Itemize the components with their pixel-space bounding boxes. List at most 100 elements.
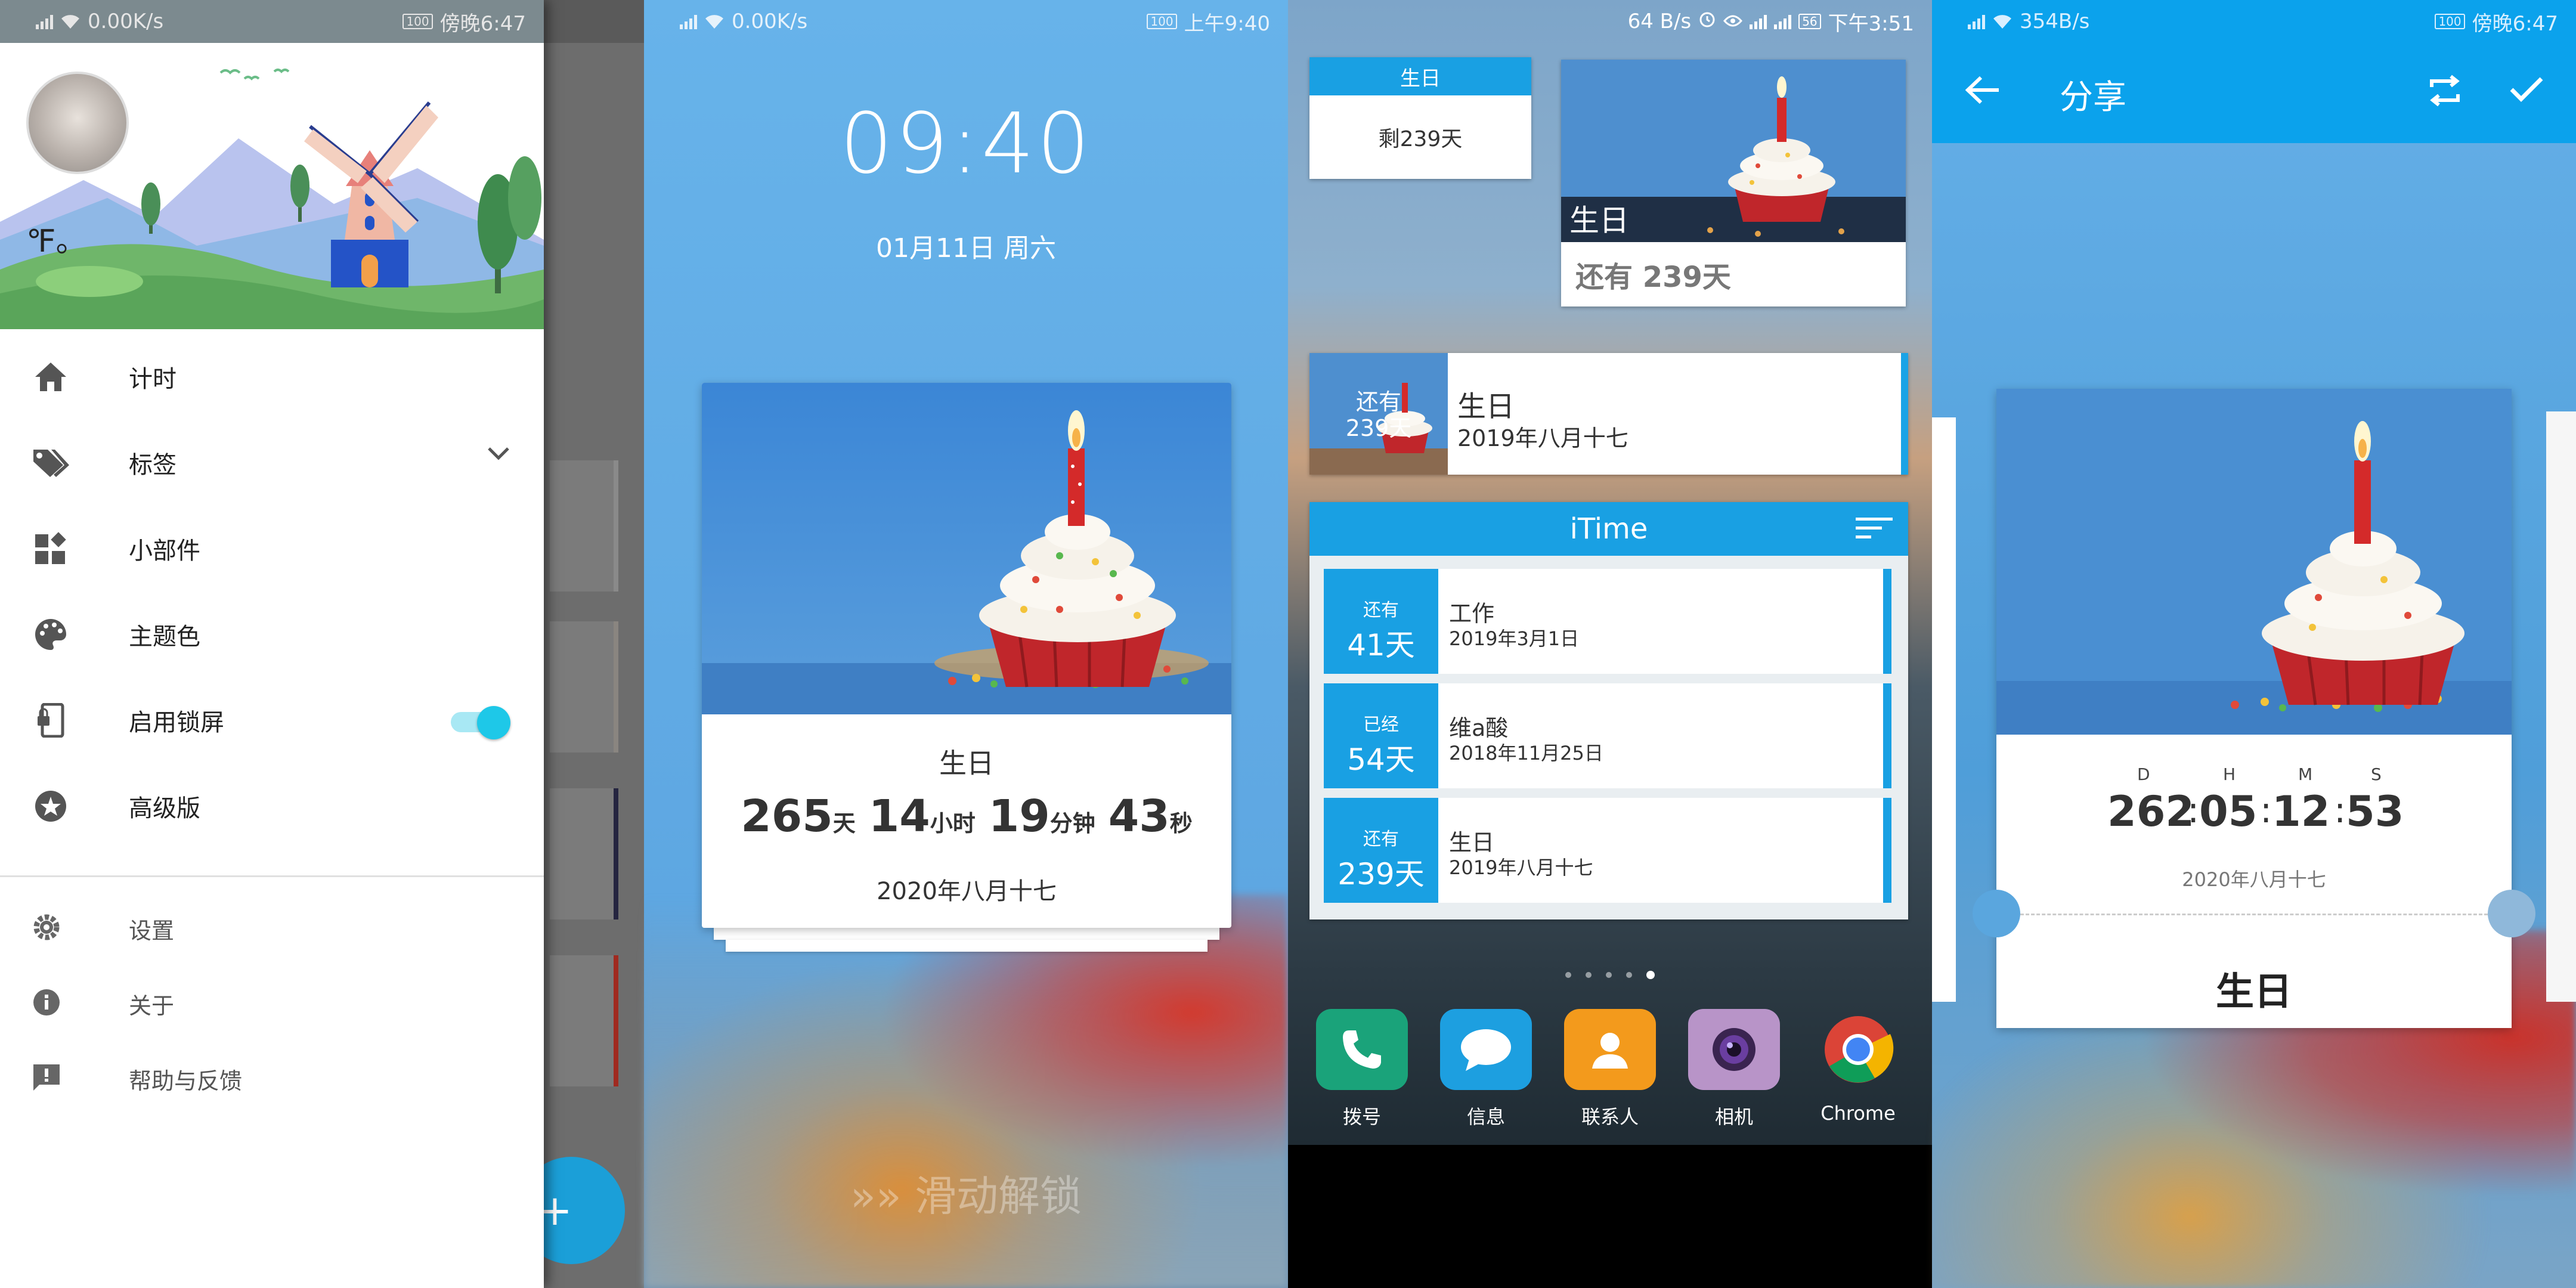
- itime-list-widget[interactable]: iTime 还有 41天 工作 2019年3月1日 已经 54天 维a酸 2018年…: [1309, 502, 1908, 919]
- battery-icon: 56: [1798, 14, 1821, 29]
- widget-remaining: 剩239天: [1378, 127, 1463, 151]
- item-status: 还有: [1363, 829, 1399, 850]
- event-date: 2020年八月十七: [2182, 868, 2326, 891]
- lock-clock: 09:40: [840, 95, 1092, 193]
- message-icon: [1440, 1009, 1532, 1090]
- menu-item-settings[interactable]: 设置: [0, 891, 544, 966]
- status-bar: 0.00K/s 100 上午9:40: [644, 0, 1288, 43]
- days-label: D: [2137, 764, 2150, 784]
- menu-item-theme[interactable]: 主题色: [0, 592, 544, 677]
- days-box: 已经 54天: [1324, 683, 1438, 788]
- list-item: [550, 955, 618, 1086]
- colon: :: [2260, 789, 2272, 831]
- minutes-value: 12: [2272, 787, 2330, 836]
- alarm-icon: [1698, 10, 1716, 33]
- list-item[interactable]: 已经 54天 维a酸 2018年11月25日: [1324, 683, 1891, 788]
- signal-icon: [36, 14, 53, 29]
- menu-item-label: 主题色: [129, 623, 200, 651]
- app-label: 信息: [1466, 1106, 1505, 1128]
- widget-title: 生日: [1309, 57, 1531, 95]
- row-widget[interactable]: 还有 239天 生日 2019年八月十七: [1309, 353, 1908, 475]
- menu-item-label: 帮助与反馈: [129, 1067, 243, 1094]
- app-chrome[interactable]: Chrome: [1810, 1009, 1906, 1129]
- app-messages[interactable]: 信息: [1438, 1009, 1534, 1129]
- tag-icon: [32, 444, 69, 481]
- temperature-unit: ℉。: [26, 224, 87, 259]
- widget-remaining: 还有 239天: [1561, 242, 1906, 306]
- share-card[interactable]: D H M S 262 : 05 : 12 : 53 2020年八月十七 生日: [1973, 389, 2535, 1028]
- list-item[interactable]: 还有 239天 生日 2019年八月十七: [1324, 798, 1891, 903]
- contacts-icon: [1564, 1009, 1656, 1090]
- drawer-menu: 计时 标签 小部件 主题色 启用锁屏 高级版: [0, 334, 544, 849]
- status-bar: 0.00K/s 100 傍晚6:47: [0, 0, 544, 43]
- item-date: 2019年八月十七: [1449, 856, 1593, 879]
- ticket-notch: [2488, 890, 2535, 937]
- hours-value: 05: [2199, 787, 2258, 836]
- list-item: [550, 621, 618, 753]
- menu-item-timer[interactable]: 计时: [0, 334, 544, 420]
- navigation-bar: [1288, 1145, 1932, 1288]
- list-item[interactable]: 还有 41天 工作 2019年3月1日: [1324, 569, 1891, 674]
- app-camera[interactable]: 相机: [1686, 1009, 1782, 1129]
- menu-item-tags[interactable]: 标签: [0, 420, 544, 506]
- days-value: 262: [2107, 787, 2195, 836]
- item-days: 41天: [1347, 628, 1415, 662]
- app-contacts[interactable]: 联系人: [1562, 1009, 1658, 1129]
- adjacent-card[interactable]: [2546, 411, 2576, 1002]
- menu-item-premium[interactable]: 高级版: [0, 763, 544, 849]
- widget-title: 生日: [1457, 390, 1515, 423]
- menu-item-label: 高级版: [129, 795, 200, 822]
- chrome-icon: [1812, 1009, 1904, 1090]
- feedback-icon: [31, 1062, 62, 1095]
- event-date: 2020年八月十七: [877, 878, 1057, 905]
- widget-date: 2019年八月十七: [1457, 425, 1628, 451]
- menu-item-widgets[interactable]: 小部件: [0, 506, 544, 592]
- blurred-background: [644, 894, 1288, 1288]
- adjacent-card[interactable]: [1932, 417, 1956, 1002]
- back-arrow-icon[interactable]: [1965, 75, 2001, 105]
- cupcake-image: [702, 383, 1231, 714]
- item-title: 维a酸: [1449, 715, 1509, 741]
- sort-icon[interactable]: [1856, 516, 1893, 540]
- drawer-screen: + 0.00K/s 100 傍晚6:47 ℉。 计时 标签 小部件 主题色 启用…: [0, 0, 644, 1288]
- status-bar: 354B/s 100 傍晚6:47: [1932, 0, 2576, 43]
- check-icon[interactable]: [2509, 75, 2544, 104]
- thumbnail-overlay: 还有 239天: [1309, 389, 1448, 441]
- countdown-card[interactable]: 生日 265天 14小时 19分钟 43秒 2020年八月十七: [702, 383, 1231, 928]
- widget-title: iTime: [1569, 512, 1648, 546]
- hours-label: H: [2223, 764, 2236, 784]
- item-title: 生日: [1449, 829, 1495, 856]
- list-item: [550, 788, 618, 919]
- menu-item-lock-screen[interactable]: 启用锁屏: [0, 677, 544, 763]
- swap-icon[interactable]: [2427, 73, 2463, 109]
- app-bar: 354B/s 100 傍晚6:47 分享: [1932, 0, 2576, 143]
- menu-item-label: 设置: [129, 917, 175, 944]
- status-time: 傍晚6:47: [439, 11, 526, 36]
- accent-bar: [1883, 683, 1891, 788]
- avatar[interactable]: [26, 72, 129, 174]
- item-status: 还有: [1363, 600, 1399, 621]
- network-speed: 64 B/s: [1627, 10, 1692, 33]
- divider: [0, 875, 544, 877]
- menu-item-about[interactable]: 关于: [0, 966, 544, 1041]
- seconds-value: 53: [2346, 787, 2404, 836]
- overlay-status: 还有: [1355, 389, 1401, 415]
- slide-to-unlock[interactable]: »» 滑动解锁: [644, 1163, 1288, 1223]
- event-title: 生日: [939, 747, 994, 779]
- days-box: 还有 41天: [1324, 569, 1438, 674]
- image-widget[interactable]: 生日 还有 239天: [1561, 60, 1906, 306]
- item-title: 工作: [1449, 600, 1495, 627]
- widgets-icon: [32, 530, 69, 567]
- menu-item-label: 计时: [129, 366, 177, 393]
- menu-item-label: 小部件: [129, 537, 200, 565]
- home-icon: [32, 358, 69, 395]
- battery-icon: 100: [402, 14, 433, 29]
- network-speed: 0.00K/s: [732, 10, 808, 33]
- dashed-divider: [2020, 914, 2488, 915]
- app-label: 拨号: [1342, 1106, 1381, 1128]
- small-widget[interactable]: 生日 剩239天: [1309, 57, 1531, 179]
- menu-item-feedback[interactable]: 帮助与反馈: [0, 1041, 544, 1116]
- lock-screen-toggle[interactable]: [451, 706, 510, 739]
- chevron-down-icon[interactable]: [487, 446, 510, 462]
- app-phone[interactable]: 拨号: [1314, 1009, 1410, 1129]
